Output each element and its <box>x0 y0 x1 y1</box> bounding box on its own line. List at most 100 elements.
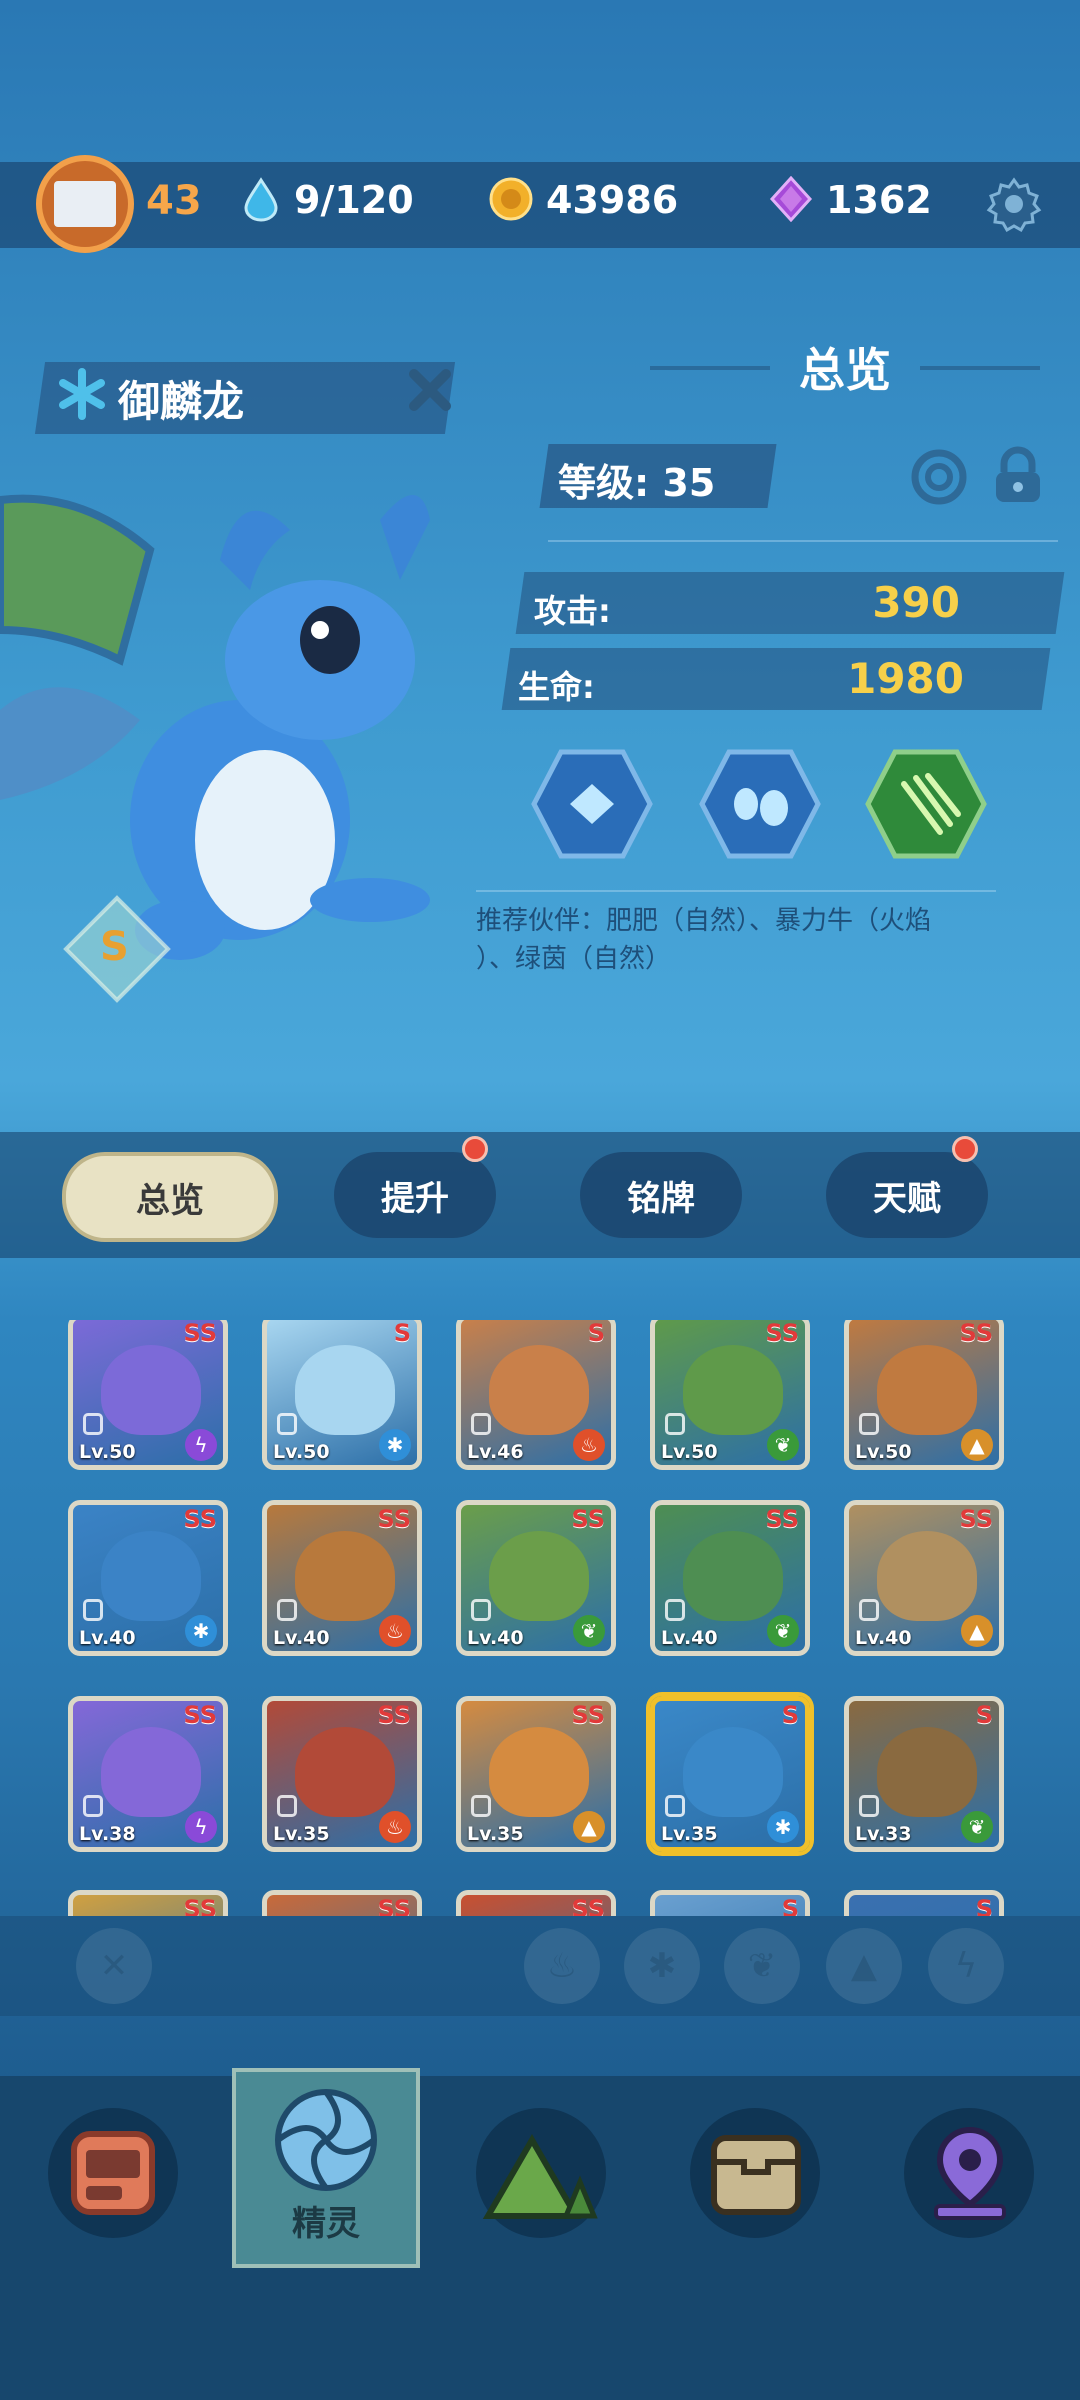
close-icon[interactable] <box>404 364 456 416</box>
creature-card[interactable]: SS <box>262 1890 422 1916</box>
earth-element-icon: ▲ <box>573 1811 605 1843</box>
card-lock-icon <box>665 1413 685 1435</box>
attack-value: 390 <box>872 578 960 627</box>
fire-filter-icon[interactable]: ♨ <box>524 1928 600 2004</box>
tab-talent[interactable]: 天赋 <box>826 1152 988 1238</box>
snowflake-icon <box>59 368 105 420</box>
card-level: Lv.40 <box>79 1627 136 1649</box>
card-level: Lv.50 <box>855 1441 912 1463</box>
creature-portrait <box>683 1345 783 1435</box>
creature-card[interactable]: SS Lv.40 ✱ <box>68 1500 228 1656</box>
tab-overview[interactable]: 总览 <box>62 1152 278 1242</box>
lock-icon[interactable] <box>990 446 1046 506</box>
card-rank: SS <box>183 1701 218 1729</box>
stamina-value: 9/120 <box>294 178 414 222</box>
ice-filter-icon[interactable]: ✱ <box>624 1928 700 2004</box>
talent-badge <box>952 1136 978 1162</box>
earth-filter-icon[interactable]: ▲ <box>826 1928 902 2004</box>
creature-card[interactable]: SS <box>68 1890 228 1916</box>
creature-card[interactable]: S Lv.50 ✱ <box>262 1320 422 1470</box>
creature-card[interactable]: SS Lv.50 ❦ <box>650 1320 810 1470</box>
creature-card[interactable]: SS Lv.35 ▲ <box>456 1696 616 1852</box>
mountain-icon <box>482 2134 598 2219</box>
card-rank: S <box>781 1895 799 1916</box>
card-level: Lv.40 <box>855 1627 912 1649</box>
thunder-filter-icon[interactable]: ϟ <box>928 1928 1004 2004</box>
creature-portrait <box>877 1531 977 1621</box>
creature-card[interactable]: SS Lv.35 ♨ <box>262 1696 422 1852</box>
creature-card[interactable]: SS Lv.50 ▲ <box>844 1320 1004 1470</box>
player-avatar[interactable] <box>36 155 134 253</box>
target-icon[interactable] <box>910 448 968 506</box>
skill-nature-claw-icon[interactable] <box>864 748 988 860</box>
creature-portrait <box>489 1531 589 1621</box>
card-level: Lv.50 <box>79 1441 136 1463</box>
card-lock-icon <box>471 1413 491 1435</box>
attack-label: 攻击: <box>534 592 611 630</box>
chest-icon <box>711 2135 801 2215</box>
settings-gear-icon[interactable] <box>984 174 1044 234</box>
creature-card[interactable]: SS Lv.40 ♨ <box>262 1500 422 1656</box>
creature-card[interactable]: SS Lv.50 ϟ <box>68 1320 228 1470</box>
fire-element-icon: ♨ <box>379 1615 411 1647</box>
water-drop-icon <box>244 177 278 222</box>
creature-card[interactable]: S Lv.46 ♨ <box>456 1320 616 1470</box>
creature-portrait <box>489 1345 589 1435</box>
card-lock-icon <box>83 1599 103 1621</box>
card-lock-icon <box>471 1795 491 1817</box>
creature-portrait <box>101 1727 201 1817</box>
creature-portrait <box>101 1531 201 1621</box>
gem-icon <box>769 176 813 222</box>
card-rank: SS <box>571 1505 606 1533</box>
nature-element-icon: ❦ <box>573 1615 605 1647</box>
card-rank: SS <box>377 1701 412 1729</box>
creature-portrait <box>295 1727 395 1817</box>
player-level: 43 <box>146 178 202 224</box>
ice-element-icon: ✱ <box>379 1429 411 1461</box>
card-rank: SS <box>959 1505 994 1533</box>
card-lock-icon <box>665 1795 685 1817</box>
card-rank: SS <box>183 1895 218 1916</box>
card-level: Lv.50 <box>273 1441 330 1463</box>
creature-card[interactable]: SS <box>456 1890 616 1916</box>
creature-card[interactable]: S Lv.33 ❦ <box>844 1696 1004 1852</box>
card-level: Lv.40 <box>467 1627 524 1649</box>
creature-card[interactable]: SS Lv.38 ϟ <box>68 1696 228 1852</box>
card-level: Lv.46 <box>467 1441 524 1463</box>
creature-portrait <box>489 1727 589 1817</box>
clear-filter-icon[interactable]: ✕ <box>76 1928 152 2004</box>
map-pin-icon <box>934 2126 1006 2220</box>
card-rank: SS <box>183 1505 218 1533</box>
creature-card[interactable]: S Lv.35 ✱ <box>650 1696 810 1852</box>
spirits-swirl-icon <box>275 2089 377 2191</box>
creature-portrait <box>877 1727 977 1817</box>
card-rank: S <box>587 1320 605 1347</box>
creature-card[interactable]: SS Lv.40 ▲ <box>844 1500 1004 1656</box>
hp-value: 1980 <box>847 654 964 703</box>
nature-element-icon: ❦ <box>767 1429 799 1461</box>
card-rank: S <box>781 1701 799 1729</box>
nature-element-icon: ❦ <box>961 1811 993 1843</box>
skill-water-drops-icon[interactable] <box>698 748 822 860</box>
card-lock-icon <box>277 1599 297 1621</box>
creature-portrait <box>295 1531 395 1621</box>
creature-card[interactable]: SS Lv.40 ❦ <box>456 1500 616 1656</box>
creature-card[interactable]: S <box>844 1890 1004 1916</box>
earth-element-icon: ▲ <box>961 1429 993 1461</box>
creature-portrait <box>295 1345 395 1435</box>
leaf-filter-icon[interactable]: ❦ <box>724 1928 800 2004</box>
nature-element-icon: ❦ <box>767 1615 799 1647</box>
card-lock-icon <box>83 1795 103 1817</box>
creature-card[interactable]: S <box>650 1890 810 1916</box>
card-lock-icon <box>665 1599 685 1621</box>
recommend-line-1: 推荐伙伴：肥肥（自然）、暴力牛（火焰 <box>476 906 932 936</box>
tab-nameplate[interactable]: 铭牌 <box>580 1152 742 1238</box>
tab-upgrade[interactable]: 提升 <box>334 1152 496 1238</box>
card-lock-icon <box>277 1795 297 1817</box>
card-rank: SS <box>377 1505 412 1533</box>
creature-grid: SS Lv.50 ϟ S Lv.50 ✱ S Lv.46 ♨ SS Lv.50 ❦ SS Lv.50 ▲ SS… <box>0 1320 1080 1916</box>
thunder-element-icon: ϟ <box>185 1429 217 1461</box>
skill-ice-crystal-icon[interactable] <box>530 748 654 860</box>
creature-card[interactable]: SS Lv.40 ❦ <box>650 1500 810 1656</box>
thunder-element-icon: ϟ <box>185 1811 217 1843</box>
